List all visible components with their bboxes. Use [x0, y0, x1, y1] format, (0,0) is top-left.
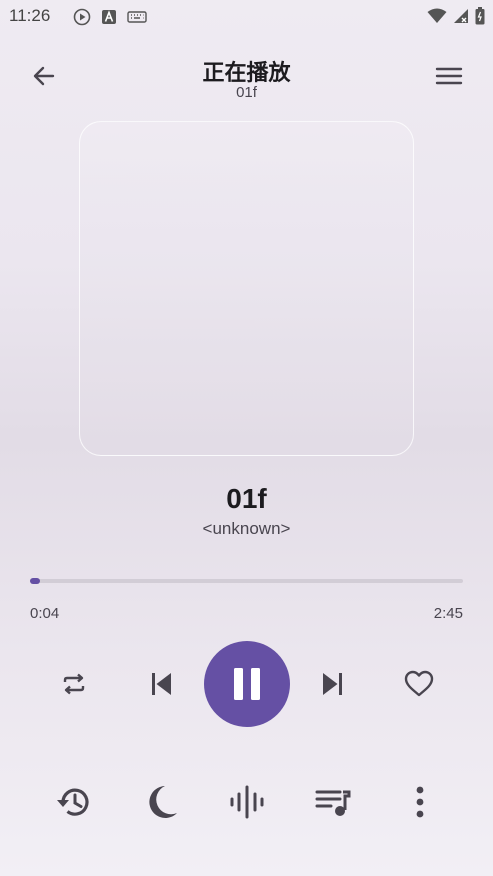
- play-pause-button[interactable]: [204, 641, 290, 727]
- status-time: 11:26: [9, 6, 51, 25]
- repeat-icon: [60, 670, 88, 698]
- queue-music-icon: [314, 784, 352, 820]
- cell-signal-icon: [453, 8, 469, 24]
- more-options-button[interactable]: [398, 780, 442, 824]
- moon-icon: [141, 783, 179, 821]
- track-title: 01f: [226, 483, 267, 514]
- pause-icon: [231, 667, 263, 701]
- status-left-icons: [73, 8, 147, 26]
- waveform-icon: [228, 784, 266, 820]
- page-title: 正在播放: [202, 61, 291, 86]
- more-vertical-icon: [415, 785, 425, 819]
- battery-icon: [475, 7, 485, 25]
- next-button[interactable]: [313, 664, 353, 704]
- seek-bar-progress: [30, 578, 41, 584]
- sleep-timer-button[interactable]: [138, 780, 182, 824]
- queue-button[interactable]: [311, 780, 355, 824]
- current-time: 0:04: [30, 605, 60, 622]
- status-right-icons: [427, 7, 485, 25]
- favorite-button[interactable]: [399, 664, 439, 704]
- skip-previous-icon: [147, 670, 175, 698]
- total-time: 2:45: [433, 605, 463, 622]
- history-icon: [55, 784, 93, 820]
- track-artist[interactable]: <unknown>: [0, 519, 493, 539]
- keyboard-icon: [127, 10, 147, 24]
- heart-outline-icon: [404, 670, 434, 698]
- previous-button[interactable]: [141, 664, 181, 704]
- history-button[interactable]: [52, 780, 96, 824]
- repeat-button[interactable]: [54, 664, 94, 704]
- seek-bar[interactable]: [30, 578, 463, 584]
- page-subtitle: 01f: [236, 84, 257, 101]
- equalizer-button[interactable]: [225, 780, 269, 824]
- play-circle-icon: [73, 8, 91, 26]
- skip-next-icon: [319, 670, 347, 698]
- album-art[interactable]: [79, 121, 414, 456]
- a-letter-icon: [101, 9, 117, 25]
- wifi-icon: [427, 8, 447, 24]
- hamburger-menu-icon: [435, 65, 463, 87]
- menu-button[interactable]: [432, 60, 466, 92]
